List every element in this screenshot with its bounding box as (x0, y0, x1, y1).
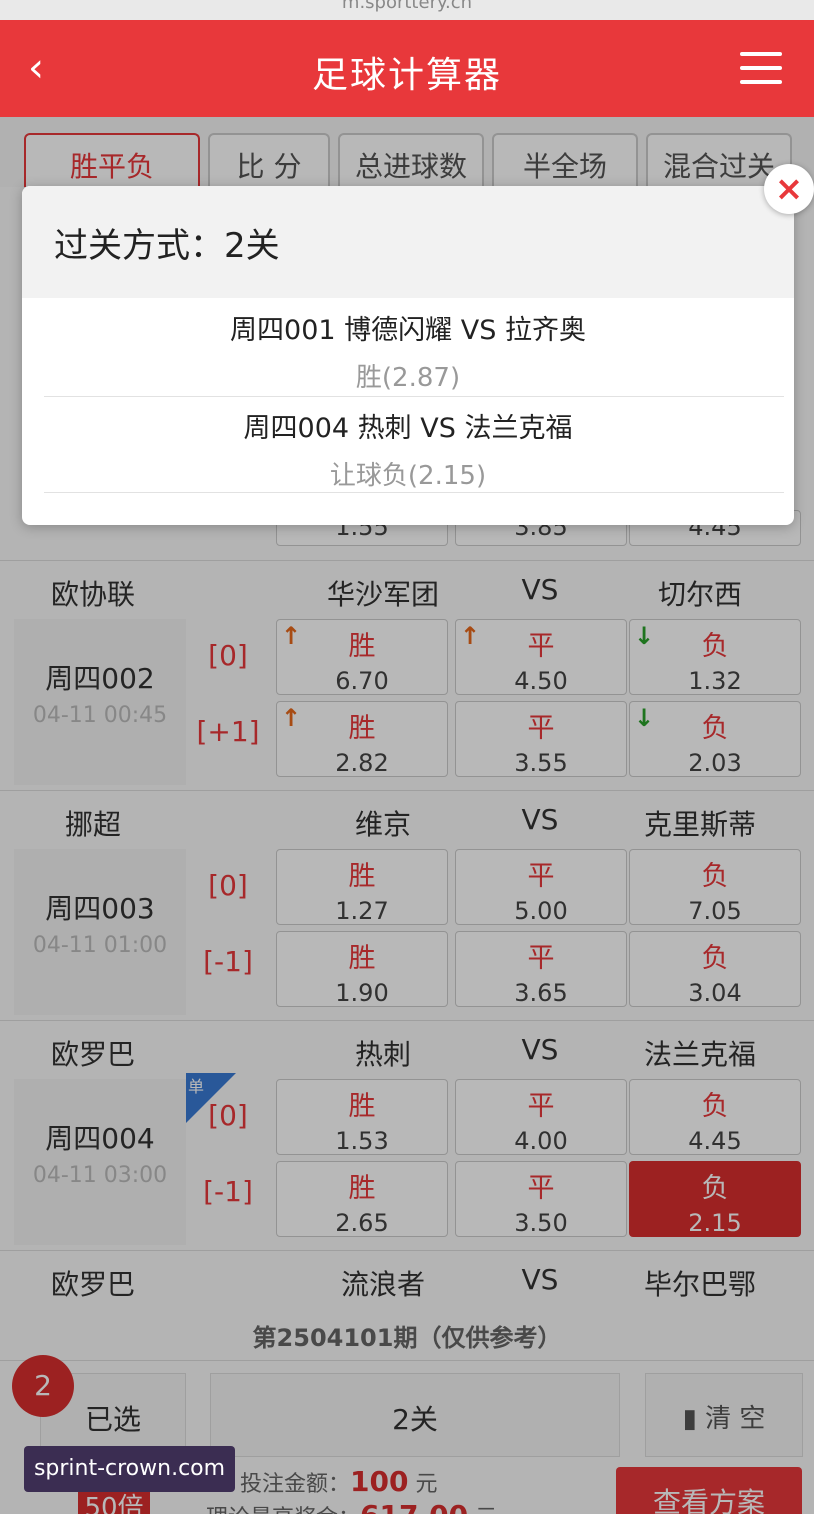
modal-item-pick: 让球负(2.15) (329, 461, 487, 491)
pass-modal: 过关方式：2关 周四001 博德闪耀 VS 拉齐奥 胜(2.87) 周四004 … (22, 186, 794, 525)
modal-item: 周四004 热刺 VS 法兰克福 让球负(2.15) (22, 406, 794, 492)
top-bar: ‹ 足球计算器 (0, 20, 814, 117)
url-bar: m.sporttery.cn (0, 0, 814, 20)
modal-title: 过关方式：2关 (54, 226, 280, 266)
divider (44, 396, 784, 397)
modal-item-pick: 胜(2.87) (355, 363, 461, 393)
modal-item-match: 周四001 博德闪耀 VS 拉齐奥 (230, 315, 586, 346)
modal-item: 周四001 博德闪耀 VS 拉齐奥 胜(2.87) (22, 308, 794, 394)
divider (44, 492, 784, 493)
watermark: sprint-crown.com (24, 1446, 235, 1492)
url-text: m.sporttery.cn (341, 0, 473, 13)
modal-item-match: 周四004 热刺 VS 法兰克福 (243, 413, 573, 444)
menu-icon[interactable] (740, 52, 782, 86)
page-title: 足球计算器 (311, 55, 502, 96)
close-icon[interactable]: × (764, 164, 814, 214)
